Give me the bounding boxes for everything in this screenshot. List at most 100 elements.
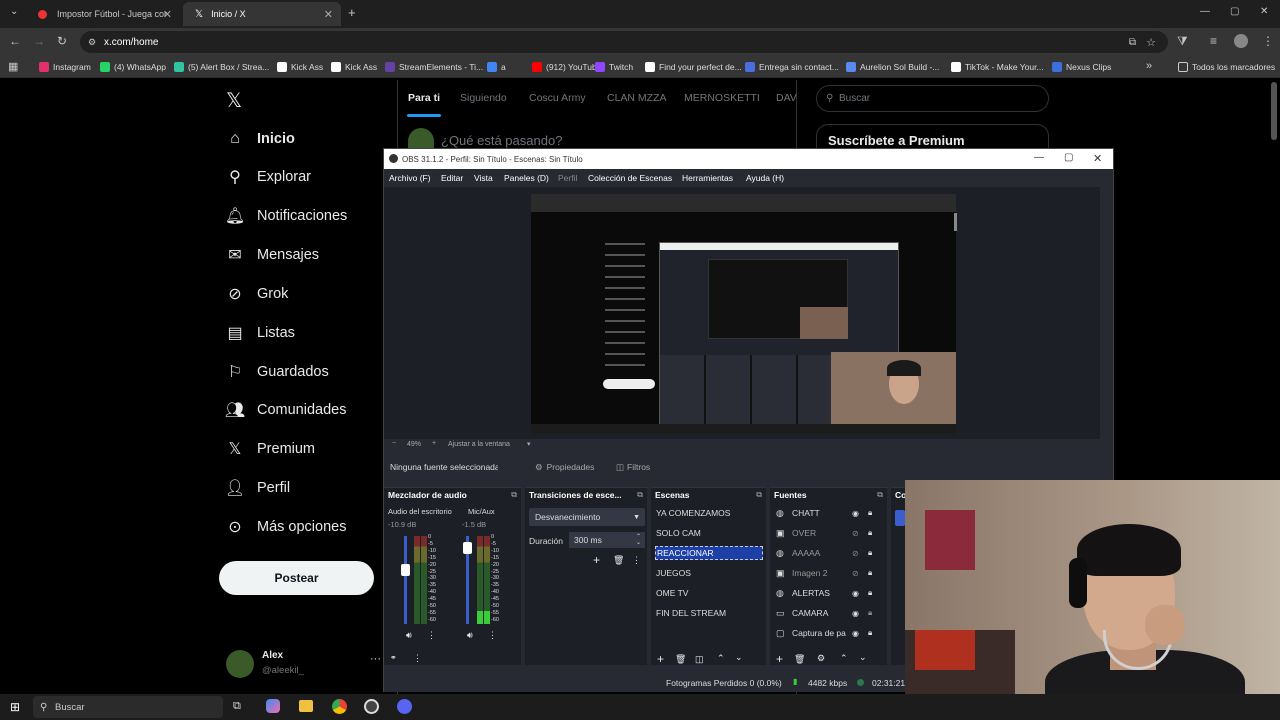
bookmark-item[interactable]: (912) YouTube [532,56,601,78]
feed-tab[interactable]: Coscu Army [529,92,586,104]
scene-item[interactable]: JUEGOS [655,566,691,580]
nav-item-notificaciones[interactable]: 🔔︎ Notificaciones [224,201,347,231]
compose-placeholder[interactable]: ¿Qué está pasando? [441,133,562,148]
obs-maximize-icon[interactable]: ▢ [1064,152,1073,163]
dock-float-icon[interactable]: ⧉ [637,490,643,500]
bookmark-item[interactable]: StreamElements - Ti... [385,56,483,78]
file-explorer-icon[interactable] [299,700,313,712]
tab-impostor[interactable]: Impostor Fútbol - Juega con ami ✕ [26,2,180,26]
copilot-icon[interactable] [266,699,280,713]
source-settings-icon[interactable]: ⚙ [817,653,825,664]
start-icon[interactable]: ⊞ [10,700,20,714]
nav-item-perfil[interactable]: 👤︎ Perfil [224,473,290,503]
fit-window-label[interactable]: Ajustar a la ventana [448,441,510,448]
remove-transition-icon[interactable]: 🗑︎ [613,555,624,566]
nav-item-premium[interactable]: 𝕏 Premium [224,434,315,464]
source-item[interactable]: ◍ AAAAA ⊘ 🔒︎ [776,546,886,560]
move-down-icon[interactable]: ⌄ [735,652,743,663]
nav-item-mensajes[interactable]: ✉ Mensajes [224,240,319,270]
eye-icon[interactable]: ◉ [852,609,859,618]
back-icon[interactable]: ← [9,34,21,48]
obs-menu-item[interactable]: Archivo (F) [389,173,431,183]
task-view-icon[interactable]: ⧉ [233,700,241,713]
reload-icon[interactable]: ↻ [57,34,67,48]
account-switcher[interactable]: Alex @aleekil_ ··· [226,648,384,680]
source-item[interactable]: ◍ ALERTAS ◉ 🔒︎ [776,586,886,600]
duration-input[interactable]: 300 ms ⌃ ⌄ [569,532,645,548]
nav-item-explorar[interactable]: ⚲ Explorar [224,162,311,192]
bookmark-item[interactable]: (4) WhatsApp [100,56,166,78]
nav-item-guardados[interactable]: ⚐ Guardados [224,357,329,387]
search-input[interactable]: ⚲ Buscar [816,85,1049,112]
fit-dropdown-icon[interactable]: ▾ [527,440,531,448]
media-icon[interactable]: ≡ [1210,34,1217,48]
forward-icon[interactable]: → [33,34,45,48]
unlock-icon[interactable]: 🔒︎ [868,608,872,618]
eye-off-icon[interactable]: ⊘ [852,569,859,578]
ch1-speaker-icon[interactable]: 🔊︎ [406,630,412,641]
minimize-icon[interactable]: — [1200,6,1210,17]
eye-icon[interactable]: ◉ [852,589,859,598]
obs-menu-item[interactable]: Paneles (D) [504,173,549,183]
ch2-speaker-icon[interactable]: 🔊︎ [467,630,473,641]
obs-minimize-icon[interactable]: — [1034,152,1044,163]
feed-tab[interactable]: DAV [776,92,797,104]
source-item[interactable]: ▣ Imagen 2 ⊘ 🔒︎ [776,566,886,580]
menu-icon[interactable]: ⋮ [1262,34,1274,48]
x-logo-icon[interactable]: 𝕏 [226,88,242,113]
transition-more-icon[interactable]: ⋮ [632,555,641,566]
scene-item[interactable]: FIN DEL STREAM [655,606,726,620]
eye-off-icon[interactable]: ⊘ [852,529,859,538]
nav-item-más-opciones[interactable]: ⊙ Más opciones [224,512,346,542]
obs-menu-item[interactable]: Perfil [558,173,577,183]
lock-icon[interactable]: 🔒︎ [868,528,872,538]
preview-scrollbar[interactable] [954,213,957,231]
zoom-out-icon[interactable]: − [392,440,396,447]
zoom-in-icon[interactable]: + [432,440,436,447]
bookmark-item[interactable]: Find your perfect de... [645,56,742,78]
feed-tab[interactable]: CLAN MZZA [607,92,667,104]
nav-item-comunidades[interactable]: 👥︎ Comunidades [224,395,347,425]
spin-icon[interactable]: ⌃ ⌄ [636,534,641,546]
apps-icon[interactable]: ▦ [8,60,18,73]
chrome-icon[interactable] [332,699,347,714]
mixer-more-icon[interactable]: ⋮ [413,653,422,664]
lock-icon[interactable]: 🔒︎ [868,588,872,598]
obs-menu-item[interactable]: Colección de Escenas [588,173,672,183]
feed-tab[interactable]: MERNOSKETTI [684,92,760,104]
source-item[interactable]: ▢ Captura de pa ◉ 🔒︎ [776,626,886,640]
add-source-icon[interactable]: + [776,652,783,666]
bookmark-item[interactable]: a [487,56,506,78]
remove-source-icon[interactable]: 🗑︎ [794,654,805,665]
dock-float-icon[interactable]: ⧉ [511,490,517,500]
dock-float-icon[interactable]: ⧉ [756,490,762,500]
ch1-menu-icon[interactable]: ⋮ [427,630,436,641]
bookmark-item[interactable]: Kick Ass [331,56,377,78]
ch1-fader-track[interactable] [404,536,407,624]
site-info-icon[interactable]: ⚙ [88,37,96,48]
obs-menu-item[interactable]: Vista [474,173,493,183]
feed-tab[interactable]: Siguiendo [460,92,507,104]
scrollbar[interactable] [1271,82,1277,140]
scene-item[interactable]: YA COMENZAMOS [655,506,730,520]
eye-icon[interactable]: ◉ [852,509,859,518]
address-bar[interactable]: ⚙ x.com/home ⧉ ☆ [80,31,1168,53]
lock-icon[interactable]: 🔒︎ [868,628,872,638]
ch1-fader-handle[interactable] [401,564,410,576]
scene-item[interactable]: OME TV [655,586,688,600]
lock-icon[interactable]: 🔒︎ [868,548,872,558]
obs-close-icon[interactable]: ✕ [1093,152,1102,165]
source-item[interactable]: ▣ OVER ⊘ 🔒︎ [776,526,886,540]
nav-item-listas[interactable]: ▤ Listas [224,318,294,348]
obs-menu-item[interactable]: Herramientas [682,173,733,183]
move-up-icon[interactable]: ⌃ [717,653,725,664]
feed-tab[interactable]: Para ti [408,92,440,104]
more-icon[interactable]: ··· [370,653,381,665]
transition-select[interactable]: Desvanecimiento ▼ [529,508,645,526]
scene-item[interactable]: REACCIONAR [655,546,763,560]
all-bookmarks-folder[interactable]: Todos los marcadores [1178,56,1275,78]
install-icon[interactable]: ⧉ [1129,37,1136,48]
ch2-menu-icon[interactable]: ⋮ [488,630,497,641]
mixer-link-icon[interactable]: ⚭ [390,653,397,662]
source-item[interactable]: ▭ CAMARA ◉ 🔒︎ [776,606,886,620]
